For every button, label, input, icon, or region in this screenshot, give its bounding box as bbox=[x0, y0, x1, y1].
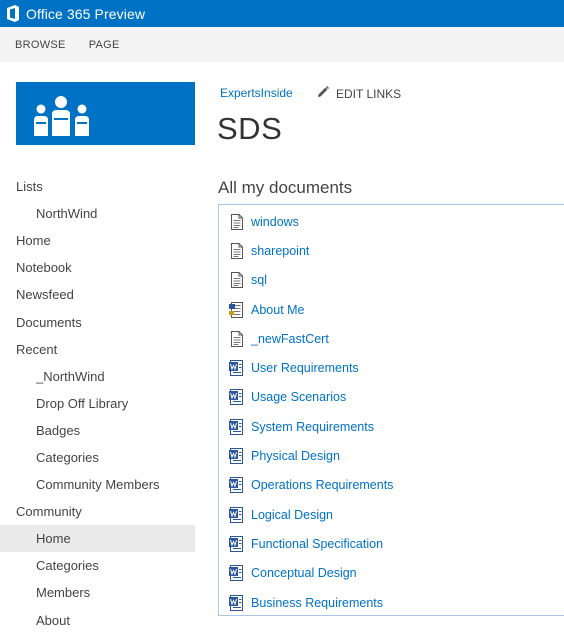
tab-page[interactable]: PAGE bbox=[89, 39, 120, 51]
nav-item-lists[interactable]: Lists bbox=[0, 173, 195, 200]
nav-item-recent[interactable]: Recent bbox=[0, 336, 195, 363]
word-document-icon[interactable] bbox=[229, 389, 244, 406]
nav-item-categories[interactable]: Categories bbox=[0, 552, 195, 579]
site-logo[interactable] bbox=[16, 82, 195, 145]
document-row[interactable]: Operations Requirements bbox=[219, 471, 564, 500]
document-row[interactable]: Usage Scenarios bbox=[219, 383, 564, 412]
document-list-title: All my documents bbox=[218, 178, 353, 197]
text-document-icon[interactable] bbox=[229, 272, 244, 289]
word-document-icon[interactable] bbox=[229, 594, 244, 611]
webpart-page-icon[interactable] bbox=[229, 301, 244, 318]
app-title[interactable]: Office 365 Preview bbox=[26, 6, 145, 22]
nav-item-categories[interactable]: Categories bbox=[0, 444, 195, 471]
document-row[interactable]: Logical Design bbox=[219, 500, 564, 529]
text-document-icon[interactable] bbox=[229, 213, 244, 230]
document-link[interactable]: sql bbox=[251, 273, 267, 287]
document-row[interactable]: Conceptual Design bbox=[219, 559, 564, 588]
nav-item-documents[interactable]: Documents bbox=[0, 308, 195, 335]
word-document-icon[interactable] bbox=[229, 506, 244, 523]
text-document-icon[interactable] bbox=[229, 242, 244, 259]
word-document-icon[interactable] bbox=[229, 448, 244, 465]
office-logo-icon[interactable] bbox=[6, 5, 20, 22]
nav-item-home[interactable]: Home bbox=[0, 525, 195, 553]
nav-item-home[interactable]: Home bbox=[0, 227, 195, 254]
edit-links-label: EDIT LINKS bbox=[336, 86, 402, 101]
word-document-icon[interactable] bbox=[229, 535, 244, 552]
pencil-icon bbox=[317, 86, 329, 101]
document-link[interactable]: User Requirements bbox=[251, 361, 359, 375]
quick-launch: Lists NorthWind Home Notebook Newsfeed Docume… bbox=[0, 173, 195, 634]
nav-item-community[interactable]: Community bbox=[0, 498, 195, 525]
nav-item-community-members[interactable]: Community Members bbox=[0, 471, 195, 498]
nav-item-badges[interactable]: Badges bbox=[0, 417, 195, 444]
word-document-icon[interactable] bbox=[229, 477, 244, 494]
document-row[interactable]: System Requirements bbox=[219, 412, 564, 441]
document-row[interactable]: Functional Specification bbox=[219, 529, 564, 558]
document-row[interactable]: sharepoint bbox=[219, 236, 564, 265]
document-link[interactable]: Physical Design bbox=[251, 449, 340, 463]
text-document-icon[interactable] bbox=[229, 330, 244, 347]
document-link[interactable]: Business Requirements bbox=[251, 596, 383, 610]
nav-item-about[interactable]: About bbox=[0, 607, 195, 634]
word-document-icon[interactable] bbox=[229, 418, 244, 435]
document-row[interactable]: windows bbox=[219, 207, 564, 236]
document-row[interactable]: _newFastCert bbox=[219, 324, 564, 353]
document-list: windows sharepoint sql About Me _newFastCert… bbox=[218, 204, 564, 616]
nav-item-members[interactable]: Members bbox=[0, 579, 195, 606]
word-document-icon[interactable] bbox=[229, 565, 244, 582]
ribbon: BROWSE PAGE bbox=[0, 27, 564, 62]
word-document-icon[interactable] bbox=[229, 360, 244, 377]
document-link[interactable]: Logical Design bbox=[251, 508, 333, 522]
document-link[interactable]: Usage Scenarios bbox=[251, 390, 346, 404]
people-icon bbox=[34, 96, 89, 136]
tab-browse[interactable]: BROWSE bbox=[15, 39, 66, 51]
document-link[interactable]: System Requirements bbox=[251, 420, 374, 434]
document-row[interactable]: sql bbox=[219, 266, 564, 295]
breadcrumb-site-link[interactable]: ExpertsInside bbox=[220, 86, 293, 100]
nav-item-northwind[interactable]: NorthWind bbox=[0, 200, 195, 227]
nav-item-newsfeed[interactable]: Newsfeed bbox=[0, 281, 195, 308]
document-link[interactable]: Functional Specification bbox=[251, 537, 383, 551]
nav-item-drop-off-library[interactable]: Drop Off Library bbox=[0, 390, 195, 417]
document-link[interactable]: Operations Requirements bbox=[251, 478, 393, 492]
page-title: SDS bbox=[217, 111, 283, 146]
document-link[interactable]: Conceptual Design bbox=[251, 566, 357, 580]
document-row[interactable]: User Requirements bbox=[219, 353, 564, 382]
document-row[interactable]: About Me bbox=[219, 295, 564, 324]
document-link[interactable]: About Me bbox=[251, 303, 305, 317]
document-row[interactable]: Business Requirements bbox=[219, 588, 564, 617]
edit-links-button[interactable]: EDIT LINKS bbox=[317, 86, 401, 101]
document-link[interactable]: sharepoint bbox=[251, 244, 309, 258]
nav-item-northwind[interactable]: _NorthWind bbox=[0, 363, 195, 390]
suite-bar: Office 365 Preview bbox=[0, 0, 564, 27]
document-link[interactable]: _newFastCert bbox=[251, 332, 329, 346]
document-row[interactable]: Physical Design bbox=[219, 441, 564, 470]
nav-item-notebook[interactable]: Notebook bbox=[0, 254, 195, 281]
document-link[interactable]: windows bbox=[251, 215, 299, 229]
